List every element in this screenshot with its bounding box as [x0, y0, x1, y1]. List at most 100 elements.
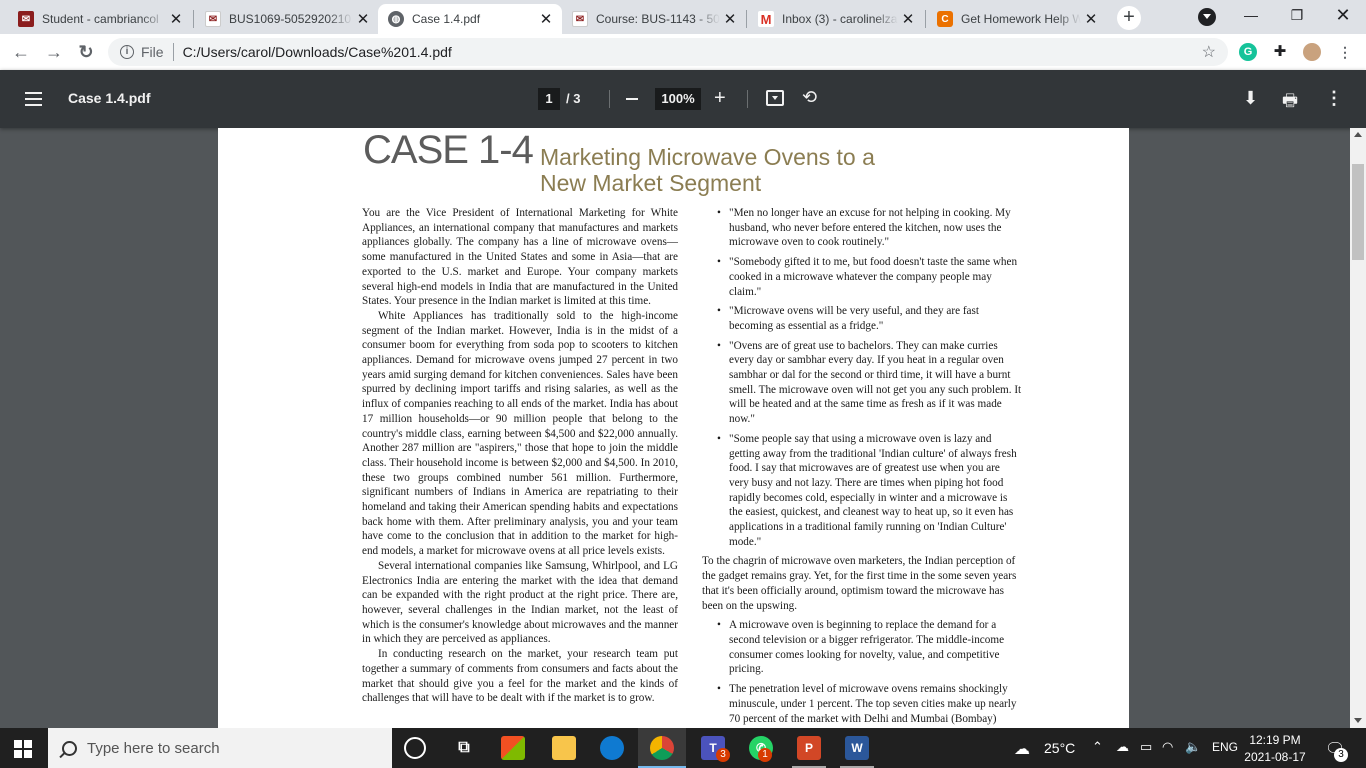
tab-search-icon[interactable]: [1198, 8, 1216, 26]
chrome-icon[interactable]: [650, 736, 674, 760]
tab-title: Case 1.4.pdf: [412, 12, 481, 26]
scroll-up-icon[interactable]: [1354, 132, 1362, 137]
paragraph: Several international companies like Sam…: [362, 559, 678, 646]
reload-button[interactable]: ↻: [74, 40, 98, 64]
tab-chegg[interactable]: C Get Homework Help W ✕: [927, 4, 1107, 34]
task-view-icon[interactable]: ⧉: [452, 736, 476, 760]
list-item: The penetration level of microwave ovens…: [702, 682, 1022, 728]
list-item: "Somebody gifted it to me, but food does…: [702, 255, 1022, 299]
globe-icon: ◍: [388, 11, 404, 27]
pdf-page: CASE 1-4 Marketing Microwave Ovens to a …: [218, 128, 1129, 728]
weather-cloud-icon[interactable]: ☁: [1014, 739, 1030, 759]
cortana-icon[interactable]: [404, 737, 426, 759]
teams-badge: 3: [716, 748, 730, 762]
browser-toolbar: ← → ↻ i File C:/Users/carol/Downloads/Ca…: [0, 34, 1366, 70]
left-column: You are the Vice President of Internatio…: [362, 206, 678, 706]
battery-icon[interactable]: ▭: [1140, 739, 1152, 755]
paragraph: In conducting research on the market, yo…: [362, 648, 678, 705]
paragraph: To the chagrin of microwave oven markete…: [702, 555, 1017, 612]
case-subtitle: Marketing Microwave Ovens to a New Marke…: [540, 144, 875, 196]
profile-avatar[interactable]: [1303, 43, 1321, 61]
market-facts-list: A microwave oven is beginning to replace…: [702, 618, 1022, 728]
zoom-level-input[interactable]: 100%: [655, 88, 701, 110]
close-icon[interactable]: ✕: [353, 10, 373, 28]
pdf-toolbar: Case 1.4.pdf 1 / 3 100% + ⟲ ⬇ 🖶 ⋮: [0, 70, 1366, 128]
extensions-puzzle-icon[interactable]: ✚: [1271, 43, 1289, 61]
restore-button[interactable]: ❐: [1274, 0, 1320, 30]
close-icon[interactable]: ✕: [898, 10, 918, 28]
pdf-viewer: CASE 1-4 Marketing Microwave Ovens to a …: [0, 128, 1350, 728]
word-icon[interactable]: W: [845, 736, 869, 760]
zoom-out-button[interactable]: [626, 98, 638, 100]
edge-icon[interactable]: [600, 736, 624, 760]
zoom-in-button[interactable]: +: [714, 87, 726, 110]
store-icon[interactable]: [501, 736, 525, 760]
bullhorn-icon: ✉: [18, 11, 34, 27]
fit-to-page-icon[interactable]: [766, 90, 784, 106]
tab-bus1069[interactable]: ✉ BUS1069-5052920210 ✕: [195, 4, 379, 34]
weather-temp[interactable]: 25°C: [1044, 740, 1075, 756]
forward-button[interactable]: →: [42, 40, 66, 64]
scroll-down-icon[interactable]: [1354, 718, 1362, 723]
language-indicator[interactable]: ENG: [1212, 740, 1238, 754]
info-icon[interactable]: i: [120, 45, 134, 59]
list-item: "Some people say that using a microwave …: [702, 432, 1022, 550]
tab-title: Inbox (3) - carolinelza: [782, 12, 898, 26]
close-icon[interactable]: ✕: [166, 10, 186, 28]
tray-chevron-icon[interactable]: ⌃: [1092, 739, 1103, 755]
close-icon[interactable]: ✕: [1081, 10, 1101, 28]
address-bar[interactable]: i File C:/Users/carol/Downloads/Case%201…: [108, 38, 1228, 66]
powerpoint-icon[interactable]: P: [797, 736, 821, 760]
tab-strip: ✉ Student - cambriancol ✕ ✉ BUS1069-5052…: [0, 0, 1366, 34]
rotate-icon[interactable]: ⟲: [802, 87, 817, 108]
tab-course-bus1143[interactable]: ✉ Course: BUS-1143 - 50 ✕: [562, 4, 746, 34]
tab-case-pdf[interactable]: ◍ Case 1.4.pdf ✕: [378, 4, 562, 34]
bookmark-star-icon[interactable]: ☆: [1202, 42, 1216, 62]
page-total: / 3: [566, 91, 581, 106]
consumer-quotes-list: "Men no longer have an excuse for not he…: [702, 206, 1022, 549]
wifi-icon[interactable]: ◠: [1162, 739, 1173, 755]
tab-title: Get Homework Help W: [961, 12, 1081, 26]
close-icon[interactable]: ✕: [720, 10, 740, 28]
whatsapp-badge: 1: [758, 748, 772, 762]
grammarly-icon[interactable]: G: [1239, 43, 1257, 61]
clock[interactable]: 12:19 PM 2021-08-17: [1244, 732, 1306, 766]
new-tab-button[interactable]: +: [1117, 6, 1141, 30]
notification-badge: 3: [1334, 748, 1348, 762]
more-options-icon[interactable]: ⋮: [1325, 88, 1343, 109]
taskbar-search[interactable]: Type here to search: [48, 728, 392, 768]
list-item: "Microwave ovens will be very useful, an…: [702, 304, 1022, 333]
onedrive-icon[interactable]: ☁: [1116, 739, 1129, 755]
menu-icon[interactable]: [25, 92, 42, 106]
chrome-menu-icon[interactable]: ⋮: [1336, 43, 1354, 61]
gmail-icon: M: [758, 11, 774, 27]
list-item: "Ovens are of great use to bachelors. Th…: [702, 339, 1022, 427]
file-explorer-icon[interactable]: [552, 736, 576, 760]
close-window-button[interactable]: ✕: [1320, 0, 1366, 30]
url-text[interactable]: C:/Users/carol/Downloads/Case%201.4.pdf: [183, 44, 452, 60]
scheme-label: File: [141, 44, 164, 60]
tab-gmail-inbox[interactable]: M Inbox (3) - carolinelza ✕: [748, 4, 924, 34]
page-number-input[interactable]: 1: [538, 88, 560, 110]
tab-title: Course: BUS-1143 - 50: [596, 12, 720, 26]
tab-student[interactable]: ✉ Student - cambriancol ✕: [8, 4, 192, 34]
back-button[interactable]: ←: [9, 40, 33, 64]
bullhorn-icon: ✉: [205, 11, 221, 27]
download-icon[interactable]: ⬇: [1243, 88, 1258, 109]
close-icon[interactable]: ✕: [536, 10, 556, 28]
case-label: CASE 1-4: [363, 128, 534, 172]
tab-title: BUS1069-5052920210: [229, 12, 352, 26]
windows-start-icon[interactable]: [14, 740, 32, 758]
list-item: "Men no longer have an excuse for not he…: [702, 206, 1022, 250]
volume-icon[interactable]: 🔈: [1185, 739, 1201, 755]
scrollbar[interactable]: [1350, 128, 1366, 728]
paragraph: White Appliances has traditionally sold …: [362, 309, 678, 558]
scroll-thumb[interactable]: [1352, 164, 1364, 260]
tab-title: Student - cambriancol: [42, 12, 159, 26]
list-item: A microwave oven is beginning to replace…: [702, 618, 1022, 677]
right-column: "Men no longer have an excuse for not he…: [702, 206, 1022, 728]
bullhorn-icon: ✉: [572, 11, 588, 27]
print-icon[interactable]: 🖶: [1282, 88, 1298, 117]
search-icon: [62, 740, 77, 756]
minimize-button[interactable]: —: [1228, 0, 1274, 30]
